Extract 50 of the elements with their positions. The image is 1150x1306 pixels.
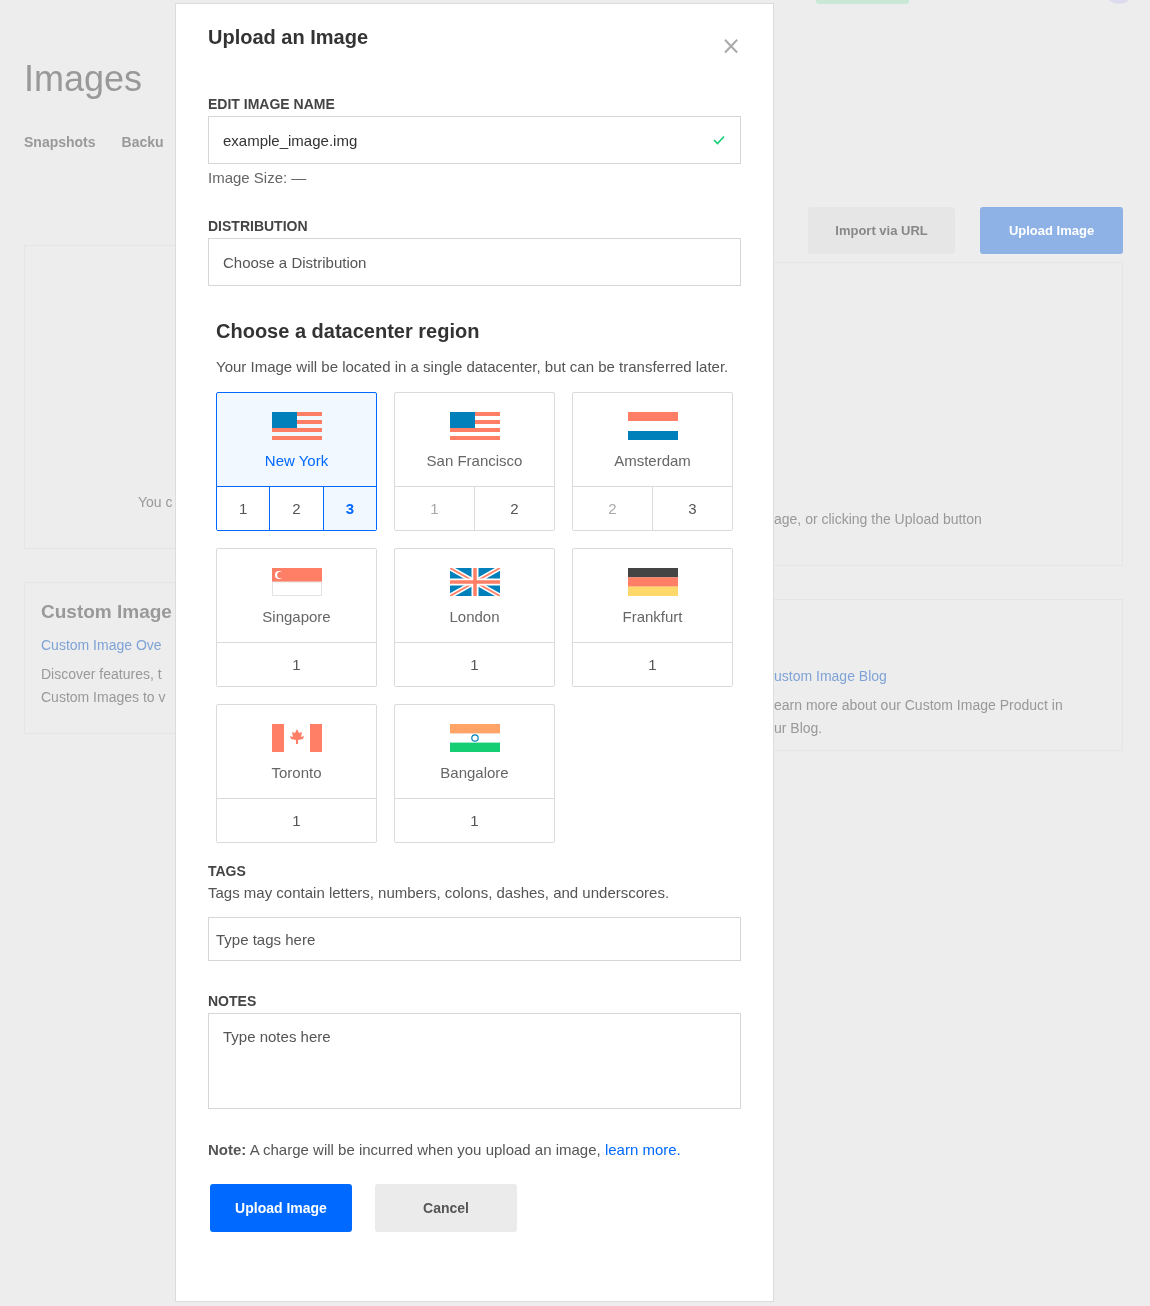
flag-icon <box>271 568 322 596</box>
datacenter-option[interactable]: 1 <box>217 487 270 530</box>
flag-icon <box>627 568 678 596</box>
section-description: Your Image will be located in a single datacenter, but can be transferred later. <box>216 357 730 377</box>
flag-icon <box>271 724 322 752</box>
region-card[interactable]: Toronto 1 <box>216 704 377 843</box>
region-name: Toronto <box>271 764 322 781</box>
empty-state-text: You c <box>138 494 173 510</box>
flag-icon <box>627 412 678 440</box>
upload-button[interactable]: Upload Image <box>210 1184 352 1232</box>
card-description: Discover features, t Custom Images to v <box>41 665 167 707</box>
region-name: London <box>449 608 500 625</box>
cancel-button[interactable]: Cancel <box>375 1184 517 1232</box>
tags-field[interactable]: Type tags here <box>208 917 741 961</box>
region-card[interactable]: Singapore 1 <box>216 548 377 687</box>
image-size-text: Image Size: — <box>208 169 308 186</box>
region-name: Singapore <box>262 608 331 625</box>
region-card[interactable]: Bangalore 1 <box>394 704 555 843</box>
region-name: San Francisco <box>426 452 523 469</box>
region-card[interactable]: New York 1 2 3 <box>216 392 377 531</box>
notes-field[interactable]: Type notes here <box>208 1013 741 1109</box>
region-card[interactable]: Frankfurt 1 <box>572 548 733 687</box>
flag-icon <box>449 724 500 752</box>
flag-icon <box>271 412 322 440</box>
learn-more-link[interactable]: learn more. <box>604 1141 681 1158</box>
region-name: New York <box>264 452 329 469</box>
region-name: Frankfurt <box>622 608 683 625</box>
field-label: NOTES <box>208 993 258 1009</box>
field-label: TAGS <box>208 863 247 879</box>
flag-icon <box>449 412 500 440</box>
flag-icon <box>449 568 500 596</box>
card-title: Custom Image <box>41 601 173 623</box>
field-label: EDIT IMAGE NAME <box>208 96 336 112</box>
datacenter-option[interactable]: 2 <box>474 487 554 530</box>
region-name: Amsterdam <box>614 452 691 469</box>
region-name: Bangalore <box>440 764 509 781</box>
field-label: DISTRIBUTION <box>208 218 309 234</box>
modal-title: Upload an Image <box>208 26 369 49</box>
region-card[interactable]: London 1 <box>394 548 555 687</box>
datacenter-option[interactable]: 3 <box>652 487 732 530</box>
distribution-select[interactable]: Choose a Distribution <box>208 238 741 286</box>
field-hint: Tags may contain letters, numbers, colons, dashes, and underscores. <box>208 884 671 901</box>
datacenter-option[interactable]: 3 <box>322 487 376 530</box>
empty-state-text: age, or clicking the Upload button <box>774 511 982 527</box>
datacenter-option[interactable]: 2 <box>269 487 323 530</box>
note-text: Note: A charge will be incurred when you upload an image, learn more. <box>208 1141 682 1158</box>
card-description: earn more about our Custom Image Product in ur Blog. <box>774 696 1064 738</box>
page-title: Images <box>24 58 144 100</box>
section-title: Choose a datacenter region <box>216 320 481 343</box>
image-name-field[interactable]: example_image.img <box>208 116 741 164</box>
